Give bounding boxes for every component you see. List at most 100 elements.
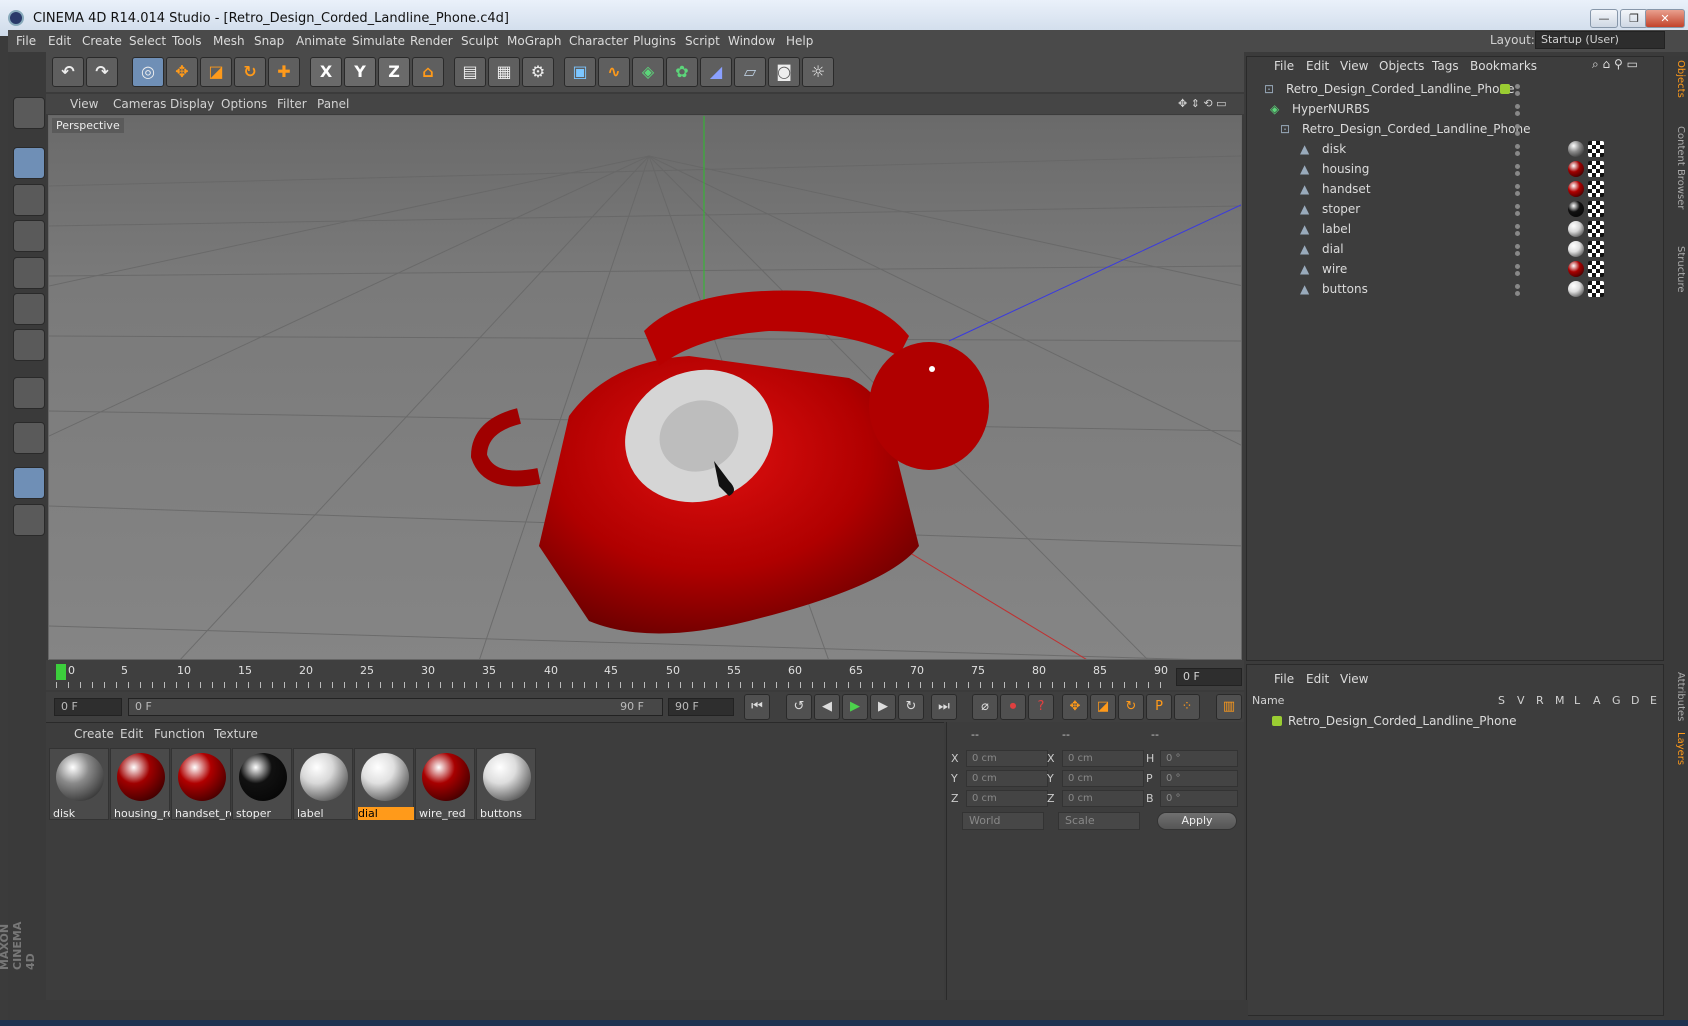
points-mode-icon[interactable] xyxy=(13,257,45,289)
close-button[interactable]: ✕ xyxy=(1645,9,1685,28)
layer-color-icon[interactable] xyxy=(1272,716,1282,726)
menu-animate[interactable]: Animate xyxy=(296,34,346,48)
object-menu-bookmarks[interactable]: Bookmarks xyxy=(1470,59,1537,73)
material-tag-icon[interactable] xyxy=(1568,141,1584,157)
menu-file[interactable]: File xyxy=(16,34,36,48)
key-position-icon[interactable]: ✥ xyxy=(1062,694,1088,720)
object-menu-tags[interactable]: Tags xyxy=(1432,59,1459,73)
y-axis-lock-button[interactable]: Y xyxy=(344,57,376,87)
menu-create[interactable]: Create xyxy=(82,34,122,48)
menu-character[interactable]: Character xyxy=(569,34,628,48)
z-axis-lock-button[interactable]: Z xyxy=(378,57,410,87)
timeline-ruler[interactable]: 0 5 10 15 20 25 30 35 40 45 50 55 60 65 … xyxy=(46,660,1244,690)
object-menu-view[interactable]: View xyxy=(1340,59,1368,73)
object-panel-search-icon[interactable]: ⌕ ⌂ ⚲ ▭ xyxy=(1592,57,1638,72)
current-frame-field[interactable]: 0 F xyxy=(1176,668,1242,686)
viewport-menu-panel[interactable]: Panel xyxy=(317,97,349,111)
object-tree-row[interactable]: ▲ handset xyxy=(1250,180,1662,199)
visibility-dots[interactable] xyxy=(1515,104,1520,109)
material-swatch[interactable]: stoper xyxy=(232,748,292,820)
material-swatch[interactable]: disk xyxy=(49,748,109,820)
playhead-marker[interactable] xyxy=(56,664,66,680)
object-tree-row[interactable]: ◈ HyperNURBS xyxy=(1250,100,1662,119)
object-tree-row[interactable]: ▲ wire xyxy=(1250,260,1662,279)
goto-start-icon[interactable]: ⏮ xyxy=(744,694,770,720)
object-tree-row[interactable]: ▲ housing xyxy=(1250,160,1662,179)
material-menu-edit[interactable]: Edit xyxy=(120,727,143,741)
material-tag-icon[interactable] xyxy=(1568,201,1584,217)
menu-simulate[interactable]: Simulate xyxy=(352,34,405,48)
viewport-menu-display[interactable]: Display xyxy=(170,97,214,111)
goto-end-icon[interactable]: ⏭ xyxy=(931,694,957,720)
3d-viewport[interactable] xyxy=(48,115,1242,660)
render-view-icon[interactable]: ▤ xyxy=(454,57,486,87)
restore-button[interactable]: ❐ xyxy=(1620,9,1648,28)
visibility-dots[interactable] xyxy=(1515,84,1520,89)
uvw-tag-icon[interactable] xyxy=(1588,221,1604,237)
texture-mode-icon[interactable] xyxy=(13,184,45,216)
record-keys-icon[interactable]: ⌀ xyxy=(972,694,998,720)
material-swatch[interactable]: buttons xyxy=(476,748,536,820)
material-swatch[interactable]: wire_red xyxy=(415,748,475,820)
layer-menu-edit[interactable]: Edit xyxy=(1306,672,1329,686)
axis-mode-icon[interactable] xyxy=(13,377,45,409)
menu-sculpt[interactable]: Sculpt xyxy=(461,34,498,48)
menu-script[interactable]: Script xyxy=(685,34,720,48)
coord-value-field[interactable]: 0 cm xyxy=(966,750,1048,767)
menu-select[interactable]: Select xyxy=(129,34,166,48)
previous-key-icon[interactable]: ↺ xyxy=(786,694,812,720)
viewport-menu-options[interactable]: Options xyxy=(221,97,267,111)
coord-value-field[interactable]: 0 cm xyxy=(1062,750,1144,767)
snap-settings-icon[interactable] xyxy=(13,504,45,536)
material-swatch[interactable]: label xyxy=(293,748,353,820)
tab-content-browser[interactable]: Content Browser xyxy=(1666,126,1686,209)
apply-button[interactable]: Apply xyxy=(1157,812,1237,830)
material-tag-icon[interactable] xyxy=(1568,181,1584,197)
object-tree-row[interactable]: ⊡ Retro_Design_Corded_Landline_Phone xyxy=(1250,120,1662,139)
start-frame-field[interactable]: 0 F xyxy=(54,698,122,716)
uvw-tag-icon[interactable] xyxy=(1588,261,1604,277)
key-parameter-icon[interactable]: P xyxy=(1146,694,1172,720)
previous-frame-icon[interactable]: ◀ xyxy=(814,694,840,720)
object-tree-row[interactable]: ▲ stoper xyxy=(1250,200,1662,219)
model-mode-icon[interactable] xyxy=(13,97,45,129)
coord-value-field[interactable]: 0 cm xyxy=(1062,790,1144,807)
coord-value-field[interactable]: 0 ° xyxy=(1160,770,1238,787)
coord-value-field[interactable]: 0 ° xyxy=(1160,750,1238,767)
material-tag-icon[interactable] xyxy=(1568,281,1584,297)
viewport-menu-filter[interactable]: Filter xyxy=(277,97,307,111)
render-settings-icon[interactable]: ⚙ xyxy=(522,57,554,87)
material-swatch[interactable]: dial xyxy=(354,748,414,820)
menu-mesh[interactable]: Mesh xyxy=(213,34,245,48)
object-mode-icon[interactable] xyxy=(13,147,45,179)
material-menu-create[interactable]: Create xyxy=(74,727,114,741)
deformer-icon[interactable]: ◢ xyxy=(700,57,732,87)
key-pla-icon[interactable]: ⁘ xyxy=(1174,694,1200,720)
object-menu-file[interactable]: File xyxy=(1274,59,1294,73)
magnet-icon[interactable] xyxy=(13,422,45,454)
scale-mode-dropdown[interactable]: Scale xyxy=(1058,812,1140,830)
uvw-tag-icon[interactable] xyxy=(1588,141,1604,157)
layer-menu-view[interactable]: View xyxy=(1340,672,1368,686)
tab-attributes[interactable]: Attributes xyxy=(1666,672,1686,721)
rotate-tool-icon[interactable]: ↻ xyxy=(234,57,266,87)
menu-snap[interactable]: Snap xyxy=(254,34,284,48)
coord-system-dropdown[interactable]: World xyxy=(962,812,1044,830)
layer-menu-file[interactable]: File xyxy=(1274,672,1294,686)
visibility-dots[interactable] xyxy=(1515,204,1520,209)
object-tree-row[interactable]: ▲ dial xyxy=(1250,240,1662,259)
object-menu-edit[interactable]: Edit xyxy=(1306,59,1329,73)
polygons-mode-icon[interactable] xyxy=(13,329,45,361)
keyframe-selection-icon[interactable]: ? xyxy=(1028,694,1054,720)
visibility-dots[interactable] xyxy=(1515,144,1520,149)
tab-objects[interactable]: Objects xyxy=(1666,60,1686,98)
timeline-window-icon[interactable]: ▥ xyxy=(1216,694,1242,720)
minimize-button[interactable]: — xyxy=(1590,9,1618,28)
nurbs-icon[interactable]: ◈ xyxy=(632,57,664,87)
menu-tools[interactable]: Tools xyxy=(172,34,202,48)
object-tree-row[interactable]: ▲ label xyxy=(1250,220,1662,239)
next-key-icon[interactable]: ↻ xyxy=(898,694,924,720)
end-frame-field[interactable]: 90 F xyxy=(668,698,734,716)
floor-icon[interactable]: ▱ xyxy=(734,57,766,87)
viewport-menu-view[interactable]: View xyxy=(70,97,98,111)
